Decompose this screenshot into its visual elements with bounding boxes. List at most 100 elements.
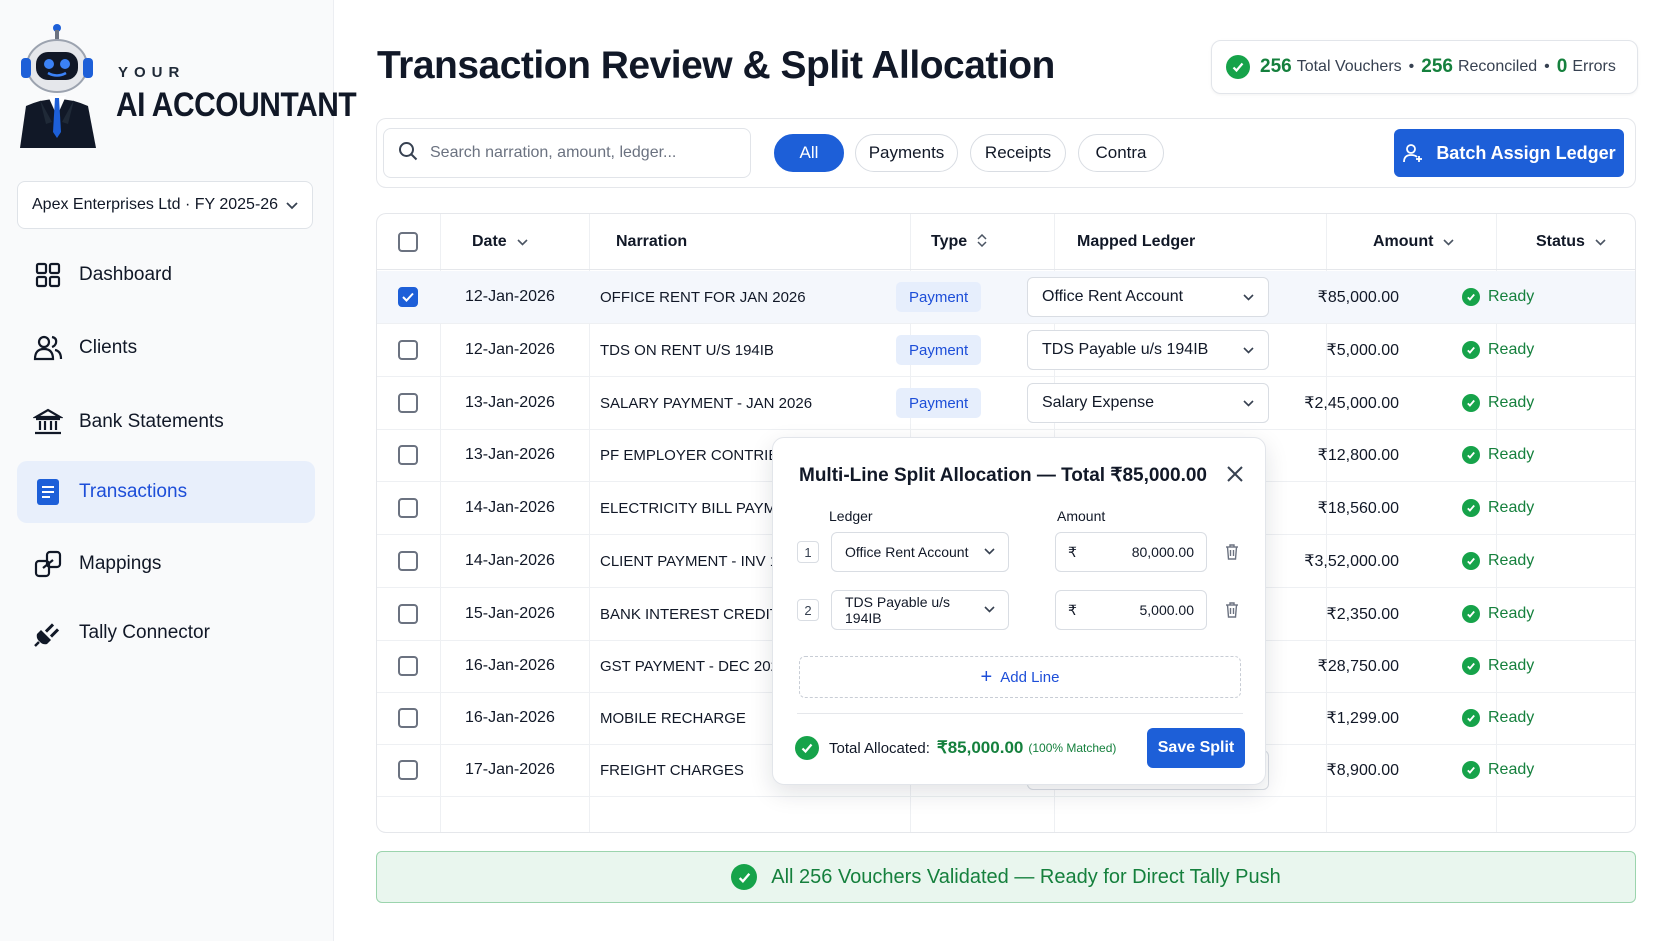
type-badge: Payment	[896, 282, 982, 312]
chevron-down-icon	[1443, 235, 1455, 249]
org-selector-value: Apex Enterprises Ltd · FY 2025-26	[32, 196, 279, 213]
check-circle-icon	[1462, 709, 1480, 727]
sidebar-item-label: Mappings	[79, 553, 162, 574]
split-amount-input[interactable]: ₹ 80,000.00	[1055, 532, 1207, 572]
org-selector[interactable]: Apex Enterprises Ltd · FY 2025-26	[17, 181, 313, 229]
table-row[interactable]: 12-Jan-2026 TDS ON RENT U/S 194IB Payment T…	[377, 324, 1635, 377]
column-header-narration[interactable]: Narration	[616, 214, 687, 270]
brand-line2: AI ACCOUNTANT	[116, 86, 357, 124]
grid-icon	[33, 260, 63, 290]
plus-icon: +	[980, 665, 993, 688]
row-status: Ready	[1462, 692, 1534, 744]
row-narration: FREIGHT CHARGES	[600, 761, 744, 779]
sidebar-item-mappings[interactable]: Mappings	[17, 533, 315, 595]
row-date: 13-Jan-2026	[465, 394, 555, 411]
row-checkbox[interactable]	[398, 498, 418, 518]
row-amount: ₹2,45,000.00	[1304, 395, 1399, 412]
mapped-ledger-select[interactable]: Salary Expense	[1027, 383, 1269, 423]
search-input[interactable]	[430, 144, 730, 162]
sidebar-item-label: Bank Statements	[79, 411, 224, 432]
sidebar-item-bank-statements[interactable]: Bank Statements	[17, 391, 315, 453]
separator: •	[1408, 58, 1415, 75]
user-assign-icon	[1402, 142, 1424, 164]
row-checkbox[interactable]	[398, 708, 418, 728]
sidebar-item-clients[interactable]: Clients	[17, 317, 315, 379]
row-checkbox[interactable]	[398, 340, 418, 360]
check-circle-icon	[1462, 288, 1480, 306]
total-allocated-value: ₹85,000.00	[936, 738, 1024, 757]
table-header: Date Narration Type Mapped Ledger Amount…	[377, 214, 1635, 270]
split-ledger-select[interactable]: TDS Payable u/s 194IB	[831, 590, 1009, 630]
type-badge: Payment	[896, 335, 982, 365]
add-line-button[interactable]: + Add Line	[799, 656, 1241, 698]
column-header-amount[interactable]: Amount	[1373, 214, 1455, 270]
row-date: 13-Jan-2026	[465, 446, 555, 463]
split-line-number: 2	[797, 599, 819, 621]
column-header-mapped-ledger[interactable]: Mapped Ledger	[1077, 214, 1195, 270]
row-status: Ready	[1462, 429, 1534, 481]
reconciled-count: 256	[1421, 56, 1453, 77]
table-row[interactable]: 12-Jan-2026 OFFICE RENT FOR JAN 2026 Payme…	[377, 271, 1635, 324]
robot-mascot-icon	[20, 24, 96, 148]
banner-text: All 256 Vouchers Validated — Ready for D…	[771, 865, 1281, 888]
filter-chip-contra[interactable]: Contra	[1078, 134, 1164, 172]
mapped-ledger-select[interactable]: TDS Payable u/s 194IB	[1027, 330, 1269, 370]
row-narration: GST PAYMENT - DEC 202	[600, 657, 779, 675]
trash-icon[interactable]	[1223, 600, 1241, 620]
brand-logo[interactable]: YOUR AI ACCOUNTANT	[16, 24, 357, 154]
sidebar-item-transactions[interactable]: Transactions	[17, 461, 315, 523]
row-narration: PF EMPLOYER CONTRIBU	[600, 446, 790, 464]
row-date: 14-Jan-2026	[465, 552, 555, 569]
sidebar-item-dashboard[interactable]: Dashboard	[17, 244, 315, 306]
filter-chip-receipts[interactable]: Receipts	[970, 134, 1066, 172]
row-checkbox[interactable]	[398, 287, 418, 307]
chevron-down-icon	[1595, 235, 1606, 249]
search-box[interactable]	[383, 128, 751, 178]
row-checkbox[interactable]	[398, 393, 418, 413]
table-row[interactable]: 13-Jan-2026 SALARY PAYMENT - JAN 2026 Paym…	[377, 377, 1635, 430]
row-checkbox[interactable]	[398, 445, 418, 465]
row-status: Ready	[1462, 271, 1534, 323]
check-circle-icon	[1462, 552, 1480, 570]
check-circle-icon	[1462, 761, 1480, 779]
check-circle-icon	[1462, 394, 1480, 412]
sidebar-item-tally-connector[interactable]: Tally Connector	[17, 602, 315, 664]
check-circle-icon	[1462, 657, 1480, 675]
row-checkbox[interactable]	[398, 551, 418, 571]
split-ledger-select[interactable]: Office Rent Account	[831, 532, 1009, 572]
row-checkbox[interactable]	[398, 656, 418, 676]
row-narration: ELECTRICITY BILL PAYME	[600, 499, 787, 517]
toolbar: All Payments Receipts Contra Batch Assig…	[376, 118, 1636, 188]
row-status: Ready	[1462, 324, 1534, 376]
split-allocation-dialog: Multi-Line Split Allocation — Total ₹85,…	[772, 437, 1266, 785]
filter-chip-payments[interactable]: Payments	[855, 134, 958, 172]
row-checkbox[interactable]	[398, 604, 418, 624]
page-title: Transaction Review & Split Allocation	[377, 44, 1055, 87]
row-checkbox[interactable]	[398, 760, 418, 780]
users-icon	[33, 333, 63, 363]
row-date: 17-Jan-2026	[465, 761, 555, 778]
mapped-ledger-select[interactable]: Office Rent Account	[1027, 277, 1269, 317]
select-all-checkbox[interactable]	[398, 232, 418, 252]
save-split-button[interactable]: Save Split	[1147, 728, 1245, 768]
reconciled-label: Reconciled	[1457, 58, 1538, 75]
chevron-down-icon	[517, 235, 528, 249]
sidebar-item-label: Dashboard	[79, 264, 172, 285]
filter-chip-all[interactable]: All	[774, 134, 844, 172]
batch-assign-ledger-button[interactable]: Batch Assign Ledger	[1394, 129, 1624, 177]
currency-symbol: ₹	[1068, 601, 1077, 618]
close-icon[interactable]	[1223, 462, 1247, 486]
row-narration: MOBILE RECHARGE	[600, 709, 746, 727]
row-narration: OFFICE RENT FOR JAN 2026	[600, 288, 806, 306]
row-status: Ready	[1462, 640, 1534, 692]
row-date: 12-Jan-2026	[465, 288, 555, 305]
column-header-date[interactable]: Date	[472, 214, 528, 270]
chevron-down-icon	[286, 198, 298, 213]
column-header-type[interactable]: Type	[931, 214, 987, 270]
split-amount-input[interactable]: ₹ 5,000.00	[1055, 590, 1207, 630]
match-note: (100% Matched)	[1028, 741, 1117, 755]
total-allocated: Total Allocated: ₹85,000.00 (100% Matche…	[795, 728, 1116, 768]
row-narration: SALARY PAYMENT - JAN 2026	[600, 394, 813, 412]
trash-icon[interactable]	[1223, 542, 1241, 562]
column-header-status[interactable]: Status	[1536, 214, 1606, 270]
